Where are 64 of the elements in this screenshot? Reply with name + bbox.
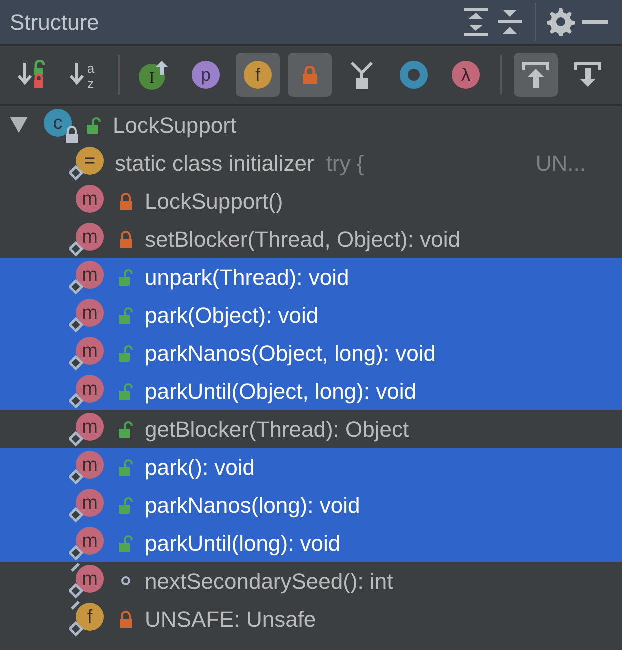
open-lock-icon (119, 344, 133, 362)
tree-item-label: unpark(Thread): void (145, 264, 350, 292)
lock-icon (119, 610, 133, 628)
tree-item-label: parkNanos(long): void (145, 492, 360, 520)
collapse-all-icon[interactable] (497, 8, 523, 36)
value-hint: UN... (536, 150, 586, 178)
tree-item-label: setBlocker(Thread, Object): void (145, 226, 460, 254)
expand-triangle-icon[interactable] (10, 117, 28, 133)
autoscroll-to-source-icon (521, 60, 551, 90)
open-lock-icon (87, 116, 101, 134)
tree-row[interactable]: m nextSecondarySeed(): int (0, 562, 622, 600)
lock-icon (119, 192, 133, 210)
tree-row[interactable]: m unpark(Thread): void (0, 258, 622, 296)
tree-item-label: parkUntil(long): void (145, 530, 341, 558)
tree-row[interactable]: m setBlocker(Thread, Object): void (0, 220, 622, 258)
open-lock-icon (119, 268, 133, 286)
tree-item-label: park(Object): void (145, 302, 319, 330)
ring-icon (399, 60, 429, 90)
sort-by-visibility-icon (17, 60, 47, 90)
autoscroll-to-source-button[interactable] (514, 53, 558, 97)
circle-icon (121, 576, 131, 586)
tree-item-label: parkUntil(Object, long): void (145, 378, 416, 406)
open-lock-icon (119, 458, 133, 476)
settings-icon[interactable] (547, 8, 575, 36)
tree-row[interactable]: m park(): void (0, 448, 622, 486)
show-non-public-icon (302, 66, 318, 84)
tree-item-label: parkNanos(Object, long): void (145, 340, 436, 368)
tree-row[interactable]: m LockSupport() (0, 182, 622, 220)
tree-row[interactable]: m parkNanos(Object, long): void (0, 334, 622, 372)
tree-item-label: UNSAFE: Unsafe (145, 606, 316, 634)
show-properties-button[interactable]: p (184, 53, 228, 97)
tree-item-label: LockSupport() (145, 188, 284, 216)
tree-row[interactable]: m park(Object): void (0, 296, 622, 334)
tree-row[interactable]: m parkUntil(Object, long): void (0, 372, 622, 410)
open-lock-icon (119, 420, 133, 438)
open-lock-icon (119, 306, 133, 324)
tree-row[interactable]: m parkUntil(long): void (0, 524, 622, 562)
tree-item-label: static class initializer (115, 150, 314, 178)
tree-row[interactable]: m parkNanos(long): void (0, 486, 622, 524)
tree-row[interactable]: = static class initializer try { UN... (0, 144, 622, 182)
show-anonymous-icon (349, 60, 375, 90)
show-fields-icon: f (243, 60, 273, 90)
show-lambdas-icon: λ (451, 60, 481, 90)
tree-item-label: LockSupport (113, 112, 237, 140)
tree-item-label: park(): void (145, 454, 256, 482)
tree-row[interactable]: m getBlocker(Thread): Object (0, 410, 622, 448)
autoscroll-from-source-icon (573, 60, 603, 90)
show-fields-button[interactable]: f (236, 53, 280, 97)
show-properties-icon: p (191, 60, 221, 90)
show-inherited-button[interactable]: I (132, 53, 176, 97)
minimize-icon[interactable] (582, 19, 608, 25)
tree-row[interactable]: c LockSupport (0, 106, 622, 144)
tree-item-label: getBlocker(Thread): Object (145, 416, 410, 444)
open-lock-icon (119, 382, 133, 400)
lock-icon (119, 230, 133, 248)
open-lock-icon (119, 534, 133, 552)
tree-row[interactable]: f UNSAFE: Unsafe (0, 600, 622, 638)
expand-all-icon[interactable] (463, 8, 489, 36)
sort-alphabetically-button[interactable]: a z (62, 53, 106, 97)
show-lambdas-button[interactable]: λ (444, 53, 488, 97)
code-hint: try { (326, 150, 364, 178)
panel-title: Structure (10, 8, 100, 36)
open-lock-icon (119, 496, 133, 514)
tree-item-label: nextSecondarySeed(): int (145, 568, 394, 596)
